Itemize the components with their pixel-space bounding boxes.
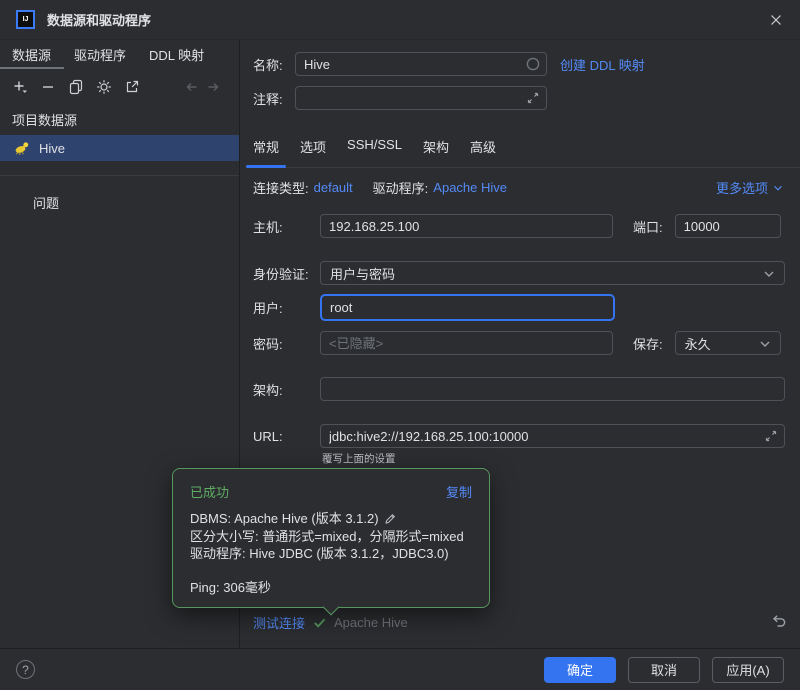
back-icon[interactable] xyxy=(184,79,200,95)
footer-bar: ? 确定 取消 应用(A) xyxy=(0,648,800,690)
auth-row: 身份验证: 用户与密码 xyxy=(253,261,785,285)
driver-version-line: 驱动程序: Hive JDBC (版本 3.1.2，JDBC3.0) xyxy=(190,545,472,563)
intellij-logo-icon: IJ xyxy=(16,10,35,29)
port-label: 端口: xyxy=(633,217,663,236)
sidebar-toolbar xyxy=(0,69,239,103)
undo-icon[interactable] xyxy=(769,612,787,630)
test-connection-link[interactable]: 测试连接 xyxy=(253,613,305,632)
hive-icon xyxy=(14,140,30,156)
save-selected-value: 永久 xyxy=(685,334,711,353)
host-port-row: 主机: 端口: xyxy=(253,214,785,238)
chevron-down-icon xyxy=(761,266,777,282)
tab-data-sources[interactable]: 数据源 xyxy=(12,40,51,69)
user-row: 用户: xyxy=(253,294,785,321)
settings-tabs: 常规 选项 SSH/SSL 架构 高级 xyxy=(246,130,800,168)
driver-value-link[interactable]: Apache Hive xyxy=(433,180,507,195)
name-input[interactable] xyxy=(295,52,547,76)
driver-label: 驱动程序: xyxy=(373,178,429,197)
copy-link[interactable]: 复制 xyxy=(446,482,472,501)
more-options-label: 更多选项 xyxy=(716,178,768,197)
schema-row: 架构: xyxy=(253,377,785,401)
create-ddl-mapping-link[interactable]: 创建 DDL 映射 xyxy=(560,55,645,74)
sidebar-tabs: 数据源 驱动程序 DDL 映射 xyxy=(0,40,239,69)
apply-button[interactable]: 应用(A) xyxy=(712,657,784,683)
problems-label: 问题 xyxy=(0,176,239,212)
tab-advanced[interactable]: 高级 xyxy=(463,130,503,167)
data-sources-dialog: IJ 数据源和驱动程序 数据源 驱动程序 DDL 映射 xyxy=(0,0,800,690)
url-row: URL: xyxy=(253,424,785,448)
dbms-line: DBMS: Apache Hive (版本 3.1.2) xyxy=(190,510,379,528)
user-input[interactable] xyxy=(320,294,615,321)
title-bar: IJ 数据源和驱动程序 xyxy=(0,0,800,40)
tab-ddl-mappings[interactable]: DDL 映射 xyxy=(149,40,204,69)
chevron-down-icon xyxy=(757,336,773,352)
forward-icon[interactable] xyxy=(205,79,221,95)
test-result-popup: 已成功 复制 DBMS: Apache Hive (版本 3.1.2) 区分大小… xyxy=(172,468,490,608)
name-label: 名称: xyxy=(253,55,295,74)
auth-selected-value: 用户与密码 xyxy=(330,264,395,283)
password-row: 密码: 保存: 永久 xyxy=(253,331,785,355)
help-icon[interactable]: ? xyxy=(16,660,35,679)
url-input[interactable] xyxy=(320,424,785,448)
chevron-down-icon xyxy=(771,181,785,195)
datasource-item-label: Hive xyxy=(39,141,65,156)
case-sensitivity-line: 区分大小写: 普通形式=mixed，分隔形式=mixed xyxy=(190,528,472,546)
remove-icon[interactable] xyxy=(40,79,56,95)
tab-schemas[interactable]: 架构 xyxy=(416,130,456,167)
datasource-list-item-hive[interactable]: Hive xyxy=(0,135,239,161)
name-row: 名称: 创建 DDL 映射 xyxy=(253,52,785,76)
more-options-button[interactable]: 更多选项 xyxy=(716,178,785,197)
connection-type-value-link[interactable]: default xyxy=(314,180,353,195)
connection-type-row: 连接类型: default 驱动程序: Apache Hive 更多选项 xyxy=(253,178,785,197)
port-input[interactable] xyxy=(675,214,781,238)
schema-input[interactable] xyxy=(320,377,785,401)
comment-label: 注释: xyxy=(253,89,295,108)
password-label: 密码: xyxy=(253,334,320,353)
expand-icon[interactable] xyxy=(764,429,778,443)
comment-row: 注释: xyxy=(253,86,785,110)
duplicate-icon[interactable] xyxy=(68,79,84,95)
schema-label: 架构: xyxy=(253,380,320,399)
url-label: URL: xyxy=(253,429,320,444)
host-input[interactable] xyxy=(320,214,613,238)
spinner-icon xyxy=(526,57,540,71)
check-icon xyxy=(312,615,327,630)
window-title: 数据源和驱动程序 xyxy=(47,10,151,29)
tab-general[interactable]: 常规 xyxy=(246,130,286,167)
project-data-sources-label: 项目数据源 xyxy=(0,103,239,135)
ping-line: Ping: 306毫秒 xyxy=(190,577,472,596)
connection-type-label: 连接类型: xyxy=(253,178,309,197)
host-label: 主机: xyxy=(253,217,320,236)
save-label: 保存: xyxy=(633,334,663,353)
open-in-new-icon[interactable] xyxy=(124,79,140,95)
test-result-label: Apache Hive xyxy=(334,615,408,630)
auth-label: 身份验证: xyxy=(253,264,320,283)
add-icon[interactable] xyxy=(12,79,28,95)
edit-pencil-icon[interactable] xyxy=(383,512,396,525)
cancel-button[interactable]: 取消 xyxy=(628,657,700,683)
gear-icon[interactable] xyxy=(96,79,112,95)
expand-icon[interactable] xyxy=(526,91,540,105)
comment-input[interactable] xyxy=(295,86,547,110)
status-success-label: 已成功 xyxy=(190,482,229,501)
tab-drivers[interactable]: 驱动程序 xyxy=(74,40,126,69)
tab-options[interactable]: 选项 xyxy=(293,130,333,167)
auth-select[interactable]: 用户与密码 xyxy=(320,261,785,285)
user-label: 用户: xyxy=(253,298,320,317)
password-input[interactable] xyxy=(320,331,613,355)
ok-button[interactable]: 确定 xyxy=(544,657,616,683)
save-select[interactable]: 永久 xyxy=(675,331,781,355)
tab-ssh-ssl[interactable]: SSH/SSL xyxy=(340,130,409,167)
close-icon[interactable] xyxy=(766,10,786,30)
url-override-hint: 覆写上面的设置 xyxy=(322,451,396,466)
